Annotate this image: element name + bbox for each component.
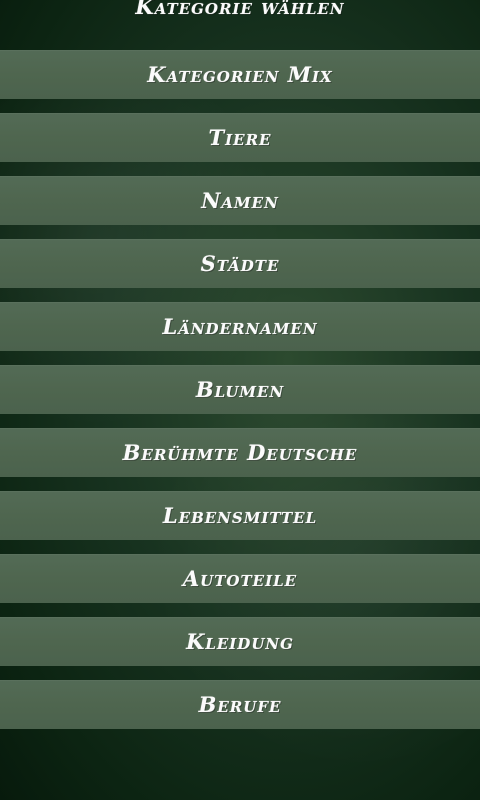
category-item-namen[interactable]: Namen [0,176,480,225]
category-item-staedte[interactable]: Städte [0,239,480,288]
category-item-blumen[interactable]: Blumen [0,365,480,414]
category-item-laendernamen[interactable]: Ländernamen [0,302,480,351]
category-item-beruehmte-deutsche[interactable]: Berühmte Deutsche [0,428,480,477]
page-title: Kategorie wählen [135,0,345,19]
category-item-autoteile[interactable]: Autoteile [0,554,480,603]
category-item-kleidung[interactable]: Kleidung [0,617,480,666]
category-item-lebensmittel[interactable]: Lebensmittel [0,491,480,540]
category-item-tiere[interactable]: Tiere [0,113,480,162]
category-item-berufe[interactable]: Berufe [0,680,480,729]
category-item-kategorien-mix[interactable]: Kategorien Mix [0,50,480,99]
category-list: Kategorien Mix Tiere Namen Städte Länder… [0,50,480,743]
